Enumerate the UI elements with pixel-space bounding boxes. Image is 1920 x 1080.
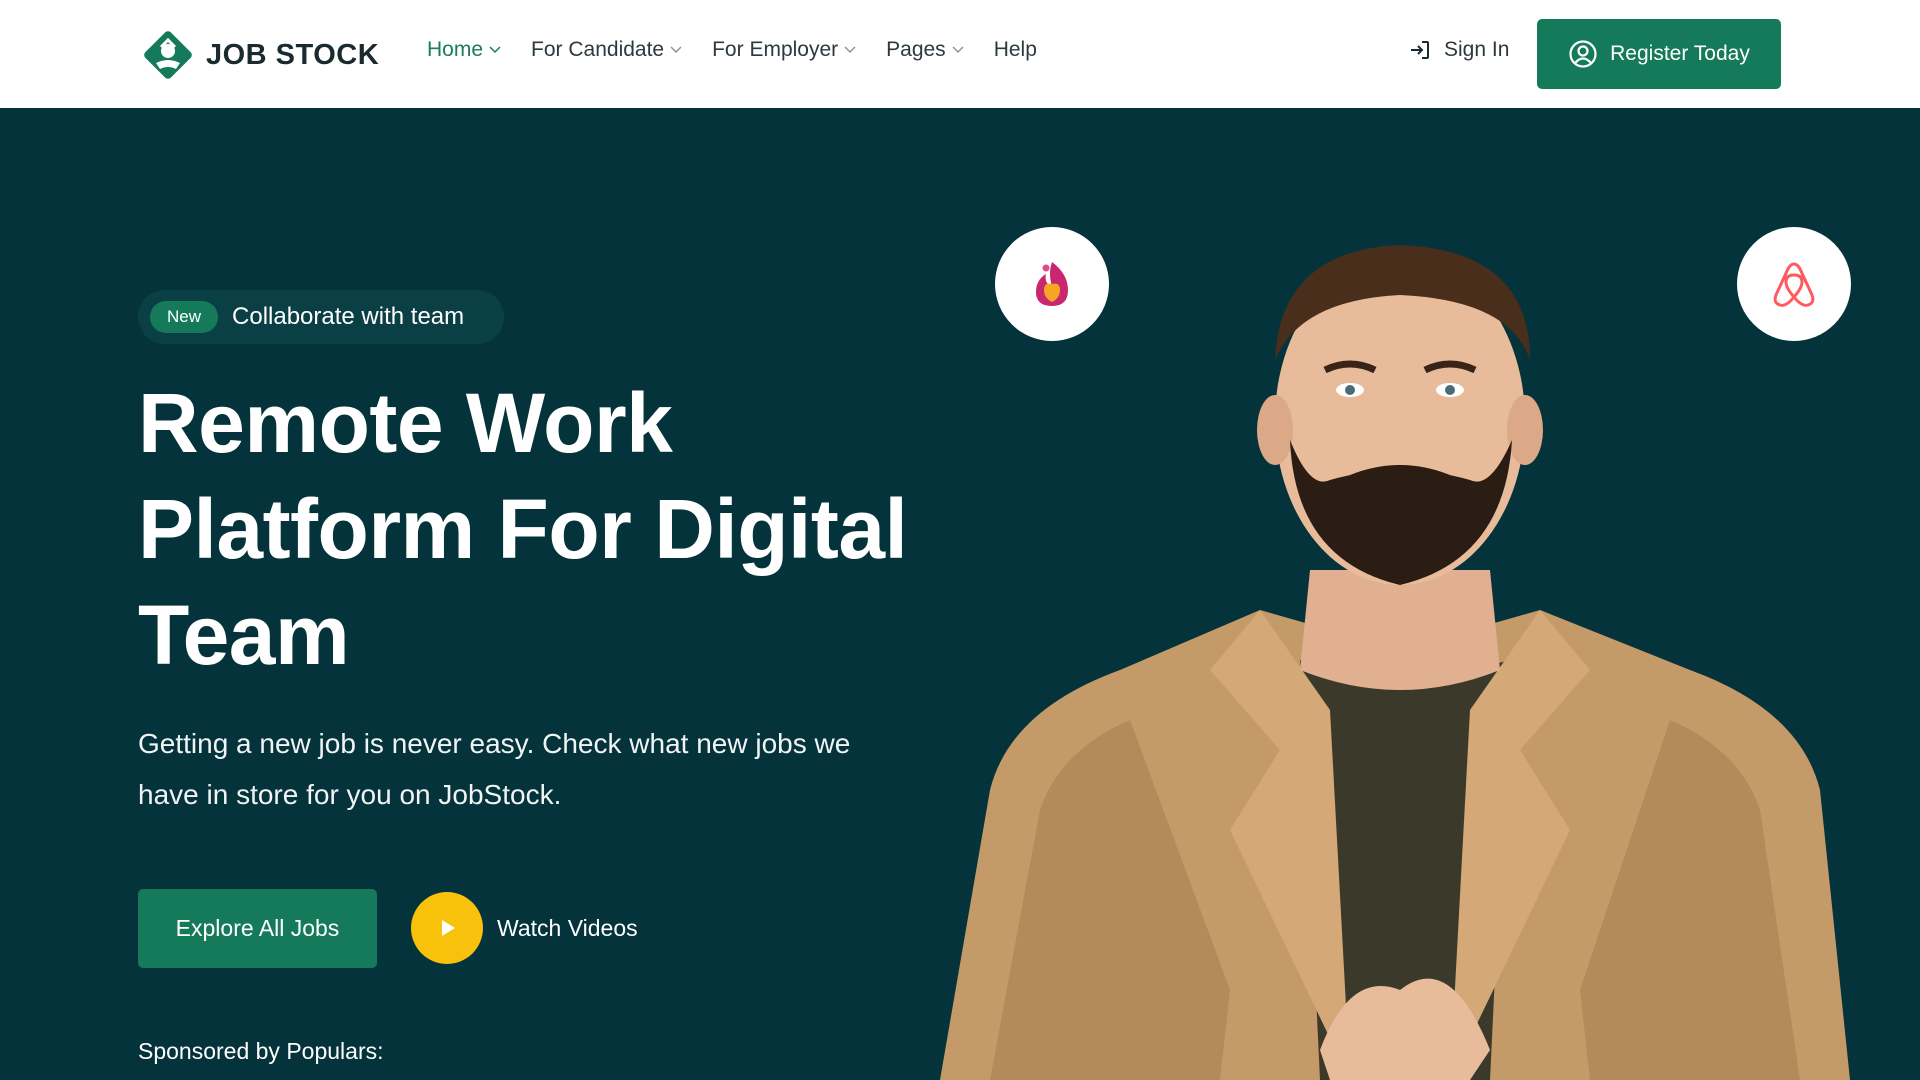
nav-item-help[interactable]: Help bbox=[994, 38, 1037, 62]
hero-title: Remote Work Platform For Digital Team bbox=[138, 370, 938, 688]
register-label: Register Today bbox=[1610, 42, 1750, 65]
partner-logo-badge bbox=[1737, 227, 1851, 341]
sign-in-arrow-icon bbox=[1411, 41, 1429, 59]
main-nav: Home For Candidate For Employer Pages He… bbox=[427, 38, 1037, 62]
brand-name: JOB STOCK bbox=[206, 38, 380, 71]
sponsored-label: Sponsored by Populars: bbox=[138, 1038, 384, 1064]
chevron-down-icon bbox=[844, 46, 856, 54]
hero-subtitle: Getting a new job is never easy. Check w… bbox=[138, 718, 918, 820]
sign-in-label: Sign In bbox=[1444, 38, 1510, 61]
nav-item-home[interactable]: Home bbox=[427, 38, 501, 62]
site-header: JOB STOCK Home For Candidate For Employe… bbox=[0, 0, 1920, 108]
hero-title-line: Remote Work bbox=[138, 376, 673, 470]
hero-title-line: Platform For Digital bbox=[138, 482, 908, 576]
hero-title-line: Team bbox=[138, 588, 350, 682]
job-stock-logo-icon bbox=[144, 31, 192, 79]
nav-item-pages[interactable]: Pages bbox=[886, 38, 964, 62]
partner-logo-badge bbox=[995, 227, 1109, 341]
announcement-badge: New Collaborate with team bbox=[138, 290, 504, 344]
chevron-down-icon bbox=[670, 46, 682, 54]
nav-item-for-employer[interactable]: For Employer bbox=[712, 38, 856, 62]
hero-subtitle-line: Getting a new job is never easy. Check w… bbox=[138, 728, 851, 759]
watch-videos-button[interactable]: Watch Videos bbox=[411, 892, 638, 964]
play-button[interactable] bbox=[411, 892, 483, 964]
nav-item-label: For Employer bbox=[712, 38, 839, 61]
nav-item-for-candidate[interactable]: For Candidate bbox=[531, 38, 682, 62]
nav-item-label: Home bbox=[427, 38, 484, 61]
new-badge: New bbox=[150, 301, 219, 333]
chevron-down-icon bbox=[952, 46, 964, 54]
sign-in-link[interactable]: Sign In bbox=[1408, 38, 1509, 62]
user-circle-icon bbox=[1569, 40, 1597, 68]
nav-item-label: Help bbox=[993, 38, 1037, 61]
explore-all-jobs-button[interactable]: Explore All Jobs bbox=[138, 889, 377, 968]
announcement-text: Collaborate with team bbox=[232, 303, 465, 330]
brand-logo[interactable]: JOB STOCK bbox=[138, 25, 379, 85]
register-today-button[interactable]: Register Today bbox=[1537, 19, 1781, 89]
airbnb-logo-icon bbox=[1773, 262, 1815, 307]
nav-item-label: Pages bbox=[886, 38, 946, 61]
hero-subtitle-line: have in store for you on JobStock. bbox=[138, 779, 562, 810]
play-icon bbox=[442, 920, 455, 936]
flame-heart-logo-icon bbox=[1036, 262, 1068, 306]
watch-videos-label: Watch Videos bbox=[497, 914, 638, 941]
nav-item-label: For Candidate bbox=[531, 38, 665, 61]
chevron-down-icon bbox=[489, 46, 501, 54]
